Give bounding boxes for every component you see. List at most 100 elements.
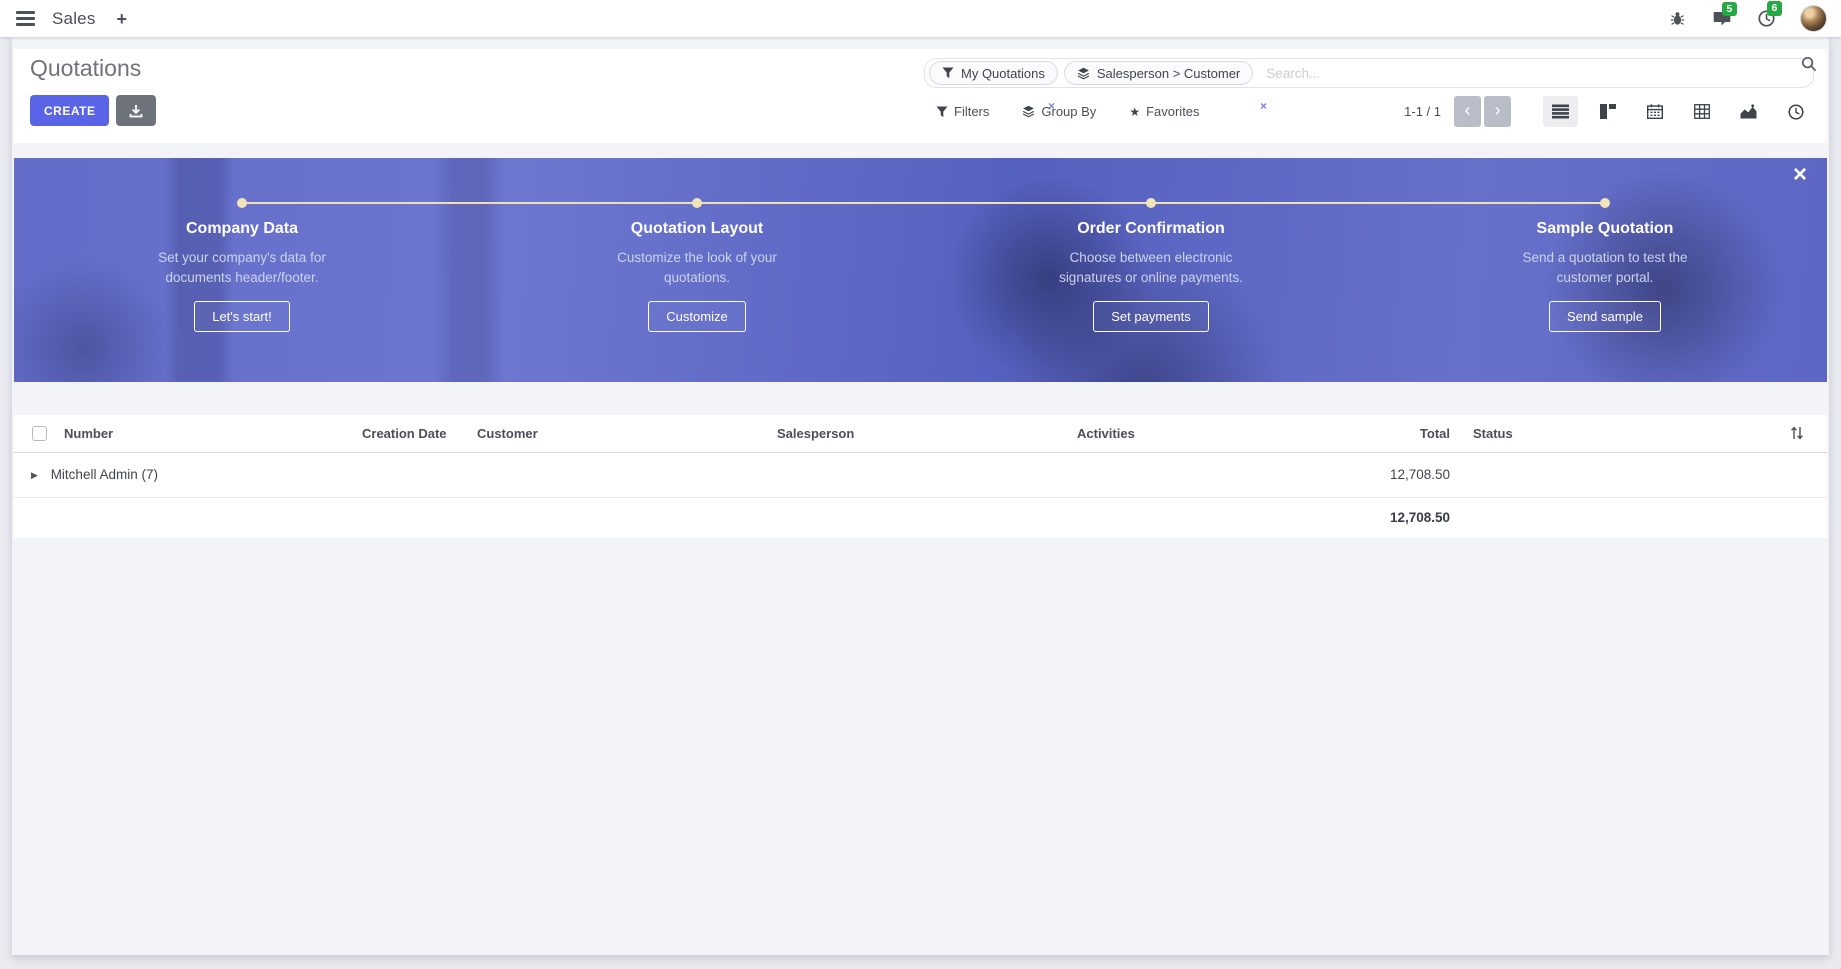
calendar-view-icon [1647, 104, 1663, 119]
search-icon[interactable] [1801, 56, 1817, 72]
layers-icon [1022, 105, 1035, 118]
select-all-cell [14, 415, 58, 452]
column-header-status[interactable]: Status [1458, 415, 1767, 452]
onboarding-step-order-confirmation: Order Confirmation Choose between electr… [1021, 220, 1281, 332]
column-header-total[interactable]: Total [1255, 415, 1458, 452]
action-buttons: CREATE [30, 95, 156, 126]
lets-start-button[interactable]: Let's start! [194, 301, 290, 332]
facet-remove-icon[interactable]: × [1260, 100, 1267, 112]
groupby-menu-button[interactable]: Group By [1022, 104, 1096, 119]
pager-next-button[interactable]: › [1484, 96, 1511, 127]
control-panel: Quotations CREATE My Quotations [14, 49, 1827, 143]
column-header-activities[interactable]: Activities [1071, 415, 1255, 452]
onboarding-step-sample-quotation: Sample Quotation Send a quotation to tes… [1475, 220, 1735, 332]
main-content: Quotations CREATE My Quotations [12, 37, 1829, 955]
onboarding-timeline [240, 202, 1605, 204]
onboarding-step-quotation-layout: Quotation Layout Customize the look of y… [567, 220, 827, 332]
graph-view-icon [1740, 104, 1757, 119]
quotations-table: Number Creation Date Customer Salesperso… [14, 415, 1827, 538]
column-header-salesperson[interactable]: Salesperson [771, 415, 1071, 452]
sliders-icon [1790, 426, 1804, 440]
menu-icon [16, 11, 35, 26]
graph-view-button[interactable] [1731, 96, 1766, 127]
pager-prev-button[interactable]: ‹ [1454, 96, 1481, 127]
pivot-view-button[interactable] [1684, 96, 1719, 127]
quotations-list: Number Creation Date Customer Salesperso… [14, 415, 1827, 538]
user-avatar[interactable] [1800, 5, 1827, 32]
close-icon[interactable]: × [1787, 162, 1813, 188]
timeline-dot [1146, 198, 1156, 208]
facet-label: Salesperson > Customer [1097, 66, 1240, 81]
step-title: Order Confirmation [1021, 220, 1281, 238]
list-view-icon [1552, 104, 1569, 119]
group-label: Mitchell Admin (7) [51, 467, 158, 482]
search-bar[interactable]: My Quotations Salesperson > Customer [924, 58, 1814, 88]
timeline-dot [237, 198, 247, 208]
favorites-label: Favorites [1146, 104, 1199, 119]
onboarding-step-company-data: Company Data Set your company's data for… [112, 220, 372, 332]
kanban-view-button[interactable] [1590, 96, 1625, 127]
column-header-customer[interactable]: Customer [471, 415, 771, 452]
export-button[interactable] [116, 95, 156, 126]
group-total: 12,708.50 [1255, 452, 1458, 497]
search-input[interactable] [1264, 65, 1779, 82]
app-name[interactable]: Sales [52, 9, 96, 29]
page-title: Quotations [30, 55, 141, 82]
facet-label: My Quotations [961, 66, 1045, 81]
step-title: Quotation Layout [567, 220, 827, 238]
calendar-view-button[interactable] [1637, 96, 1672, 127]
optional-columns-cell [1767, 415, 1827, 452]
bug-icon [1669, 10, 1686, 27]
pager-range: 1-1 / 1 [1404, 104, 1441, 119]
filter-icon [936, 106, 948, 118]
filters-menu-button[interactable]: Filters [936, 104, 989, 119]
timeline-dot [692, 198, 702, 208]
groupby-label: Group By [1041, 104, 1096, 119]
search-facet-groupby: Salesperson > Customer [1064, 61, 1253, 85]
favorites-menu-button[interactable]: ★ Favorites [1129, 104, 1199, 119]
customize-button[interactable]: Customize [648, 301, 745, 332]
activities-badge: 6 [1767, 1, 1782, 16]
list-view-button[interactable] [1543, 96, 1578, 127]
navbar-left: Sales + [14, 9, 133, 29]
debug-button[interactable] [1667, 8, 1688, 29]
timeline-dot [1600, 198, 1610, 208]
kanban-view-icon [1600, 104, 1616, 119]
send-sample-button[interactable]: Send sample [1549, 301, 1661, 332]
column-header-creation-date[interactable]: Creation Date [356, 415, 471, 452]
create-button[interactable]: CREATE [30, 95, 109, 126]
set-payments-button[interactable]: Set payments [1093, 301, 1209, 332]
top-navbar: Sales + 5 [0, 0, 1841, 37]
group-row-mitchell-admin[interactable]: ▶ Mitchell Admin (7) 12,708.50 [14, 452, 1827, 497]
expand-caret-icon[interactable]: ▶ [31, 470, 38, 480]
footer-total: 12,708.50 [1255, 497, 1458, 538]
column-header-number[interactable]: Number [58, 415, 356, 452]
optional-columns-button[interactable] [1788, 424, 1806, 442]
navbar-right: 5 6 [1667, 5, 1827, 32]
step-description: Set your company's data for documents he… [140, 248, 345, 287]
menu-toggle-button[interactable] [14, 9, 37, 28]
filter-icon [942, 67, 954, 79]
add-tab-button[interactable]: + [111, 9, 134, 29]
step-description: Send a quotation to test the customer po… [1503, 248, 1708, 287]
step-title: Sample Quotation [1475, 220, 1735, 238]
step-description: Choose between electronic signatures or … [1049, 248, 1254, 287]
activity-view-button[interactable] [1778, 96, 1813, 127]
pivot-view-icon [1694, 104, 1710, 119]
step-description: Customize the look of your quotations. [595, 248, 800, 287]
activity-view-icon [1788, 104, 1804, 120]
search-facet-my-quotations: My Quotations [929, 61, 1058, 85]
step-title: Company Data [112, 220, 372, 238]
table-footer-row: 12,708.50 [14, 497, 1827, 538]
view-switcher [1543, 96, 1813, 127]
filters-label: Filters [954, 104, 989, 119]
pager: 1-1 / 1 ‹ › [1404, 96, 1511, 127]
layers-icon [1077, 67, 1090, 80]
messages-badge: 5 [1722, 2, 1737, 17]
messages-button[interactable]: 5 [1711, 9, 1733, 29]
download-icon [129, 104, 143, 118]
select-all-checkbox[interactable] [32, 426, 47, 441]
onboarding-banner: × Company Data Set your company's data f… [14, 158, 1827, 382]
star-icon: ★ [1129, 106, 1140, 118]
activities-button[interactable]: 6 [1756, 8, 1777, 29]
